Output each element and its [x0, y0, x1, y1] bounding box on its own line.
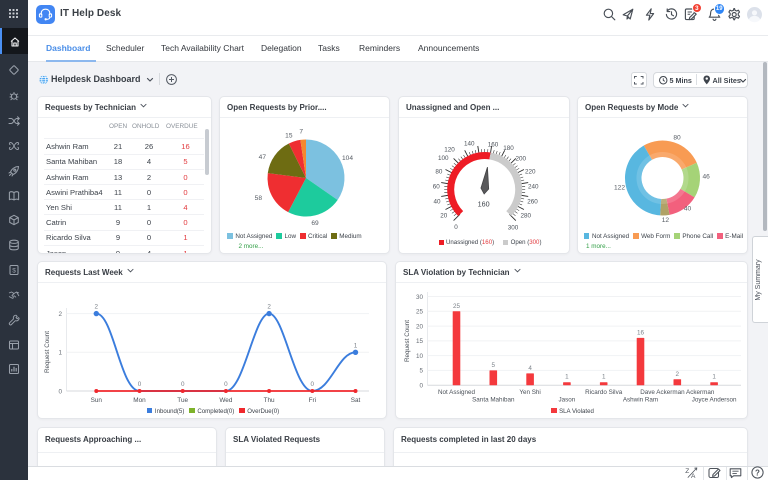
svg-text:1: 1 [565, 374, 569, 381]
svg-text:260: 260 [527, 199, 538, 206]
svg-text:1: 1 [58, 350, 62, 357]
svg-text:Thu: Thu [264, 397, 275, 404]
svg-text:A: A [691, 473, 696, 480]
svg-text:40: 40 [684, 206, 692, 213]
svg-text:Sat: Sat [351, 397, 361, 404]
svg-text:60: 60 [433, 184, 441, 191]
svg-text:20: 20 [416, 323, 424, 330]
svg-text:Santa Mahiban: Santa Mahiban [472, 397, 515, 404]
svg-text:220: 220 [525, 169, 536, 176]
svg-text:2: 2 [58, 311, 62, 318]
svg-text:Wed: Wed [219, 397, 232, 404]
svg-text:4: 4 [528, 365, 532, 372]
svg-text:47: 47 [259, 154, 267, 161]
svg-text:104: 104 [342, 155, 353, 162]
svg-text:40: 40 [433, 199, 441, 206]
svg-text:80: 80 [673, 135, 681, 142]
svg-text:1: 1 [602, 374, 606, 381]
svg-text:122: 122 [614, 185, 625, 192]
svg-text:Ashwin Ram: Ashwin Ram [623, 397, 658, 404]
svg-text:16: 16 [637, 329, 645, 336]
svg-text:140: 140 [464, 141, 475, 148]
svg-text:1: 1 [354, 342, 358, 349]
svg-text:5: 5 [492, 362, 496, 369]
svg-text:30: 30 [416, 294, 424, 301]
svg-text:15: 15 [416, 338, 424, 345]
svg-text:Dave Ackerman Ackerman: Dave Ackerman Ackerman [640, 389, 715, 396]
svg-text:2: 2 [95, 304, 99, 311]
svg-text:120: 120 [444, 146, 455, 153]
svg-text:Mon: Mon [133, 397, 146, 404]
svg-text:0: 0 [224, 381, 228, 388]
svg-text:0: 0 [138, 381, 142, 388]
svg-text:Fri: Fri [309, 397, 316, 404]
svg-text:Request Count: Request Count [44, 331, 51, 373]
svg-text:160: 160 [478, 199, 490, 208]
svg-text:0: 0 [58, 388, 62, 395]
svg-text:0: 0 [181, 381, 185, 388]
svg-text:Sun: Sun [91, 397, 103, 404]
svg-text:1: 1 [712, 374, 716, 381]
svg-text:160: 160 [488, 142, 499, 149]
svg-text:80: 80 [435, 168, 443, 175]
svg-text:$: $ [12, 267, 16, 274]
svg-text:200: 200 [515, 156, 526, 163]
svg-text:0: 0 [311, 381, 315, 388]
svg-text:?: ? [755, 469, 760, 478]
svg-text:2: 2 [267, 304, 271, 311]
svg-text:Tue: Tue [177, 397, 188, 404]
svg-text:180: 180 [503, 145, 514, 152]
svg-text:69: 69 [311, 220, 319, 227]
svg-text:10: 10 [416, 353, 424, 360]
svg-text:20: 20 [440, 213, 448, 220]
svg-text:300: 300 [508, 225, 519, 232]
svg-text:58: 58 [255, 195, 263, 202]
svg-text:0: 0 [454, 224, 458, 231]
svg-text:Request Count: Request Count [404, 320, 411, 362]
svg-text:Joyce Anderson: Joyce Anderson [692, 397, 737, 404]
svg-text:Jason: Jason [558, 397, 575, 404]
svg-text:7: 7 [299, 129, 303, 136]
svg-text:Yen Shi: Yen Shi [519, 389, 540, 396]
svg-text:Ricardo Silva: Ricardo Silva [585, 389, 623, 396]
svg-text:240: 240 [528, 184, 539, 191]
svg-text:12: 12 [662, 217, 670, 224]
svg-text:100: 100 [438, 155, 449, 162]
svg-text:25: 25 [453, 303, 461, 310]
svg-text:Not Assigned: Not Assigned [438, 389, 476, 396]
svg-text:0: 0 [419, 383, 423, 390]
svg-text:Z: Z [685, 468, 689, 475]
svg-text:2: 2 [676, 371, 680, 378]
svg-text:46: 46 [703, 174, 711, 181]
svg-text:15: 15 [285, 133, 293, 140]
svg-text:280: 280 [520, 213, 531, 220]
svg-text:25: 25 [416, 309, 424, 316]
svg-text:5: 5 [419, 368, 423, 375]
